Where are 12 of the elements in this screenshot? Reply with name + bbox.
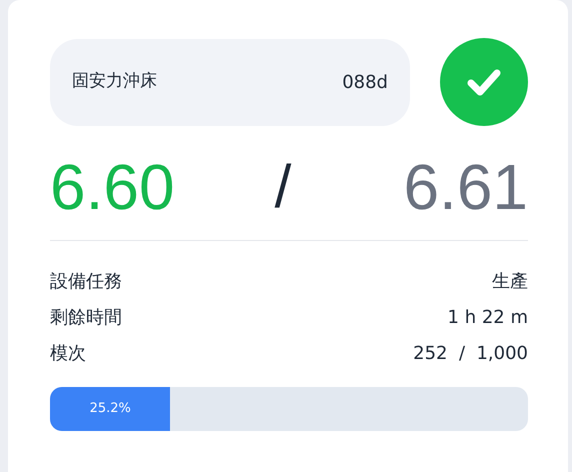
- value-separator: /: [274, 157, 292, 217]
- machine-name: 固安力沖床: [72, 70, 157, 94]
- actual-value: 6.60: [50, 155, 175, 219]
- detail-value: 生產: [492, 270, 528, 294]
- detail-value: 1 h 22 m: [448, 306, 528, 330]
- detail-value: 252 / 1,000: [413, 342, 528, 366]
- machine-code: 088d: [342, 70, 388, 94]
- detail-label: 設備任務: [50, 270, 122, 294]
- detail-label: 模次: [50, 342, 86, 366]
- detail-label: 剩餘時間: [50, 306, 122, 330]
- progress-label: 25.2%: [90, 400, 131, 418]
- target-value: 6.61: [403, 155, 528, 219]
